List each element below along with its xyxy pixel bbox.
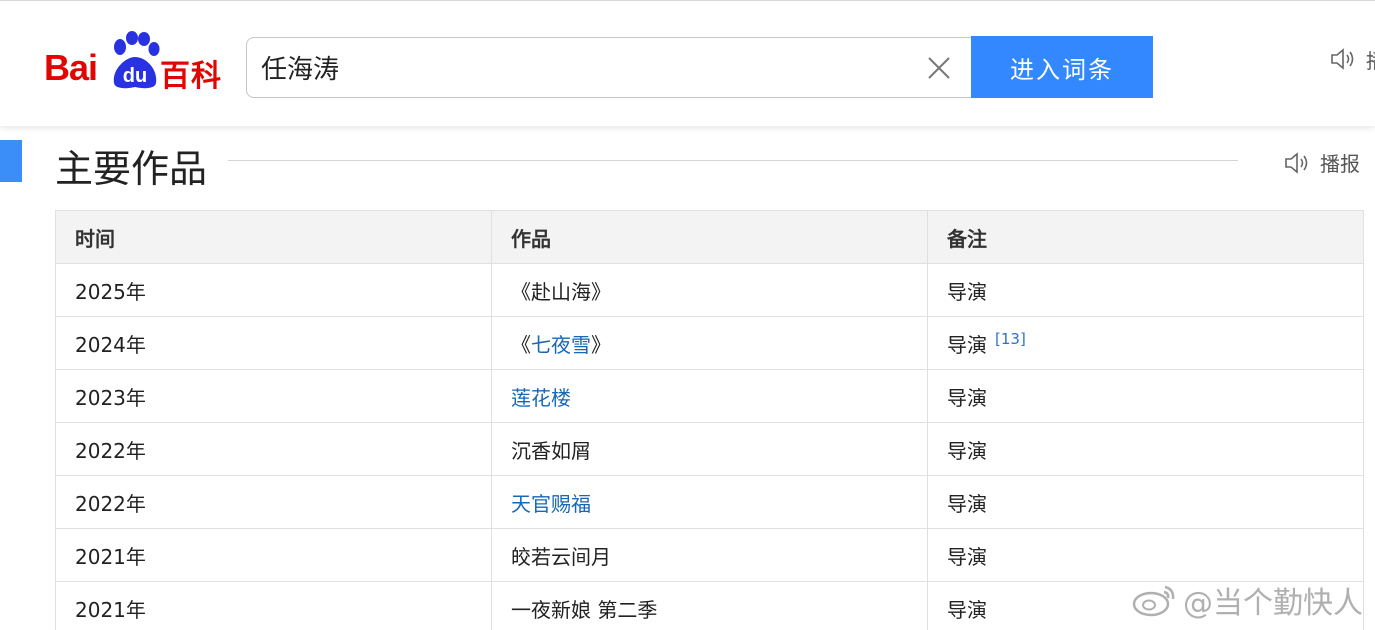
search-input[interactable] (261, 38, 901, 97)
search-box (246, 37, 972, 98)
note-text: 导演 (947, 332, 987, 357)
table-row: 2024年 《七夜雪》 导演 [13] (55, 316, 1364, 370)
column-header-work: 作品 (491, 210, 928, 264)
table-row: 2021年 皎若云间月 导演 (55, 528, 1364, 582)
cell-note: 导演 (927, 528, 1364, 582)
cell-year: 2021年 (55, 581, 492, 630)
cell-year: 2022年 (55, 475, 492, 529)
header-speaker-label[interactable]: 播 (1366, 45, 1375, 74)
section-title: 主要作品 (55, 147, 208, 191)
speaker-icon (1285, 151, 1308, 174)
work-title: 皎若云间月 (511, 544, 611, 569)
table-row: 2022年 天官赐福 导演 (55, 475, 1364, 529)
cell-work: 沉香如屑 (491, 422, 928, 476)
logo-bai-text: Bai (44, 47, 98, 88)
column-header-time: 时间 (55, 210, 492, 264)
cell-year: 2022年 (55, 422, 492, 476)
cell-work: 《赴山海》 (491, 263, 928, 317)
work-link[interactable]: 七夜雪 (531, 333, 591, 357)
close-icon[interactable] (927, 56, 951, 80)
cell-work: 《七夜雪》 (491, 316, 928, 370)
cell-year: 2025年 (55, 263, 492, 317)
cell-year: 2023年 (55, 369, 492, 423)
work-link[interactable]: 莲花楼 (511, 386, 571, 410)
broadcast-label: 播报 (1320, 152, 1360, 176)
work-link[interactable]: 天官赐福 (511, 492, 591, 516)
works-table: 时间 作品 备注 2025年 《赴山海》 导演 2024年 《七夜雪》 导演 [1… (55, 210, 1364, 630)
column-header-note: 备注 (927, 210, 1364, 264)
cell-year: 2024年 (55, 316, 492, 370)
cell-note: 导演 (927, 263, 1364, 317)
work-title: 一夜新娘 第二季 (511, 597, 658, 622)
section-accent-bar (0, 140, 22, 182)
cell-year: 2021年 (55, 528, 492, 582)
cell-work: 莲花楼 (491, 369, 928, 423)
logo-du-text: du (123, 65, 147, 87)
weibo-watermark: @当个勤快人 (1131, 578, 1363, 622)
paw-icon: du (113, 31, 160, 89)
work-bracket-open: 《 (511, 332, 531, 357)
header: Bai du 百科 进入词条 播 (0, 0, 1375, 126)
work-title: 《赴山海》 (511, 279, 611, 304)
table-header-row: 时间 作品 备注 (55, 210, 1364, 264)
speaker-icon[interactable] (1330, 47, 1358, 71)
cell-note: 导演 (927, 475, 1364, 529)
work-bracket-close: 》 (591, 332, 611, 357)
cell-note: 导演 [13] (927, 316, 1364, 370)
table-row: 2025年 《赴山海》 导演 (55, 263, 1364, 317)
reference-link[interactable]: [13] (995, 330, 1026, 348)
section-divider (228, 160, 1238, 161)
work-title: 沉香如屑 (511, 438, 591, 463)
enter-entry-button[interactable]: 进入词条 (971, 36, 1153, 98)
baidu-baike-logo[interactable]: Bai du 百科 (44, 31, 230, 94)
table-row: 2022年 沉香如屑 导演 (55, 422, 1364, 476)
table-row: 2023年 莲花楼 导演 (55, 369, 1364, 423)
watermark-text: @当个勤快人 (1183, 586, 1363, 621)
cell-work: 皎若云间月 (491, 528, 928, 582)
cell-note: 导演 (927, 369, 1364, 423)
cell-note: 导演 (927, 422, 1364, 476)
cell-work: 一夜新娘 第二季 (491, 581, 928, 630)
weibo-logo-icon (1132, 585, 1175, 617)
cell-work: 天官赐福 (491, 475, 928, 529)
logo-baike-text: 百科 (160, 59, 222, 94)
broadcast-button[interactable]: 播报 (1284, 148, 1360, 177)
page: Bai du 百科 进入词条 播 主要作品 (0, 0, 1375, 630)
